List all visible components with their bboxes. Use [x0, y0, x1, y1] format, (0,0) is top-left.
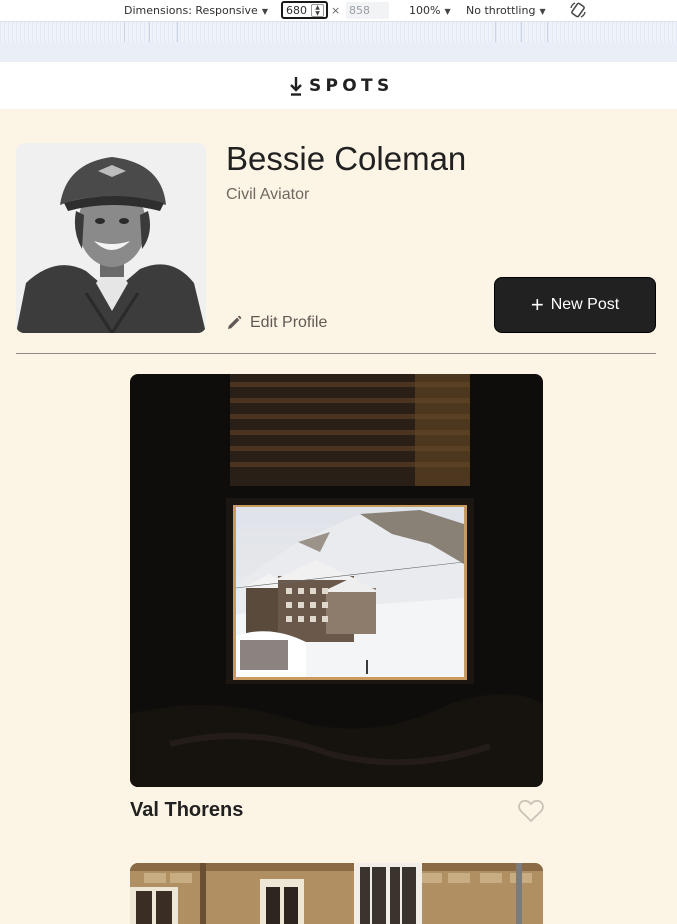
- caret-down-icon: ▼: [444, 7, 451, 16]
- new-post-label: New Post: [550, 296, 620, 313]
- zoom-dropdown[interactable]: 100% ▼: [409, 4, 451, 17]
- zoom-label: 100%: [409, 4, 441, 17]
- ruler-tick[interactable]: [177, 22, 178, 42]
- devtools-toolbar: Dimensions: Responsive ▼ 680 ▲ ▼ × 858 100…: [0, 0, 677, 22]
- dimensions-label: Dimensions: Responsive: [124, 4, 258, 17]
- pencil-icon: [228, 315, 242, 329]
- throttling-label: No throttling: [466, 4, 536, 17]
- edit-profile-label: Edit Profile: [250, 314, 328, 331]
- card-image[interactable]: [130, 863, 543, 924]
- ruler-tick[interactable]: [149, 22, 150, 42]
- avatar-image: [16, 143, 206, 333]
- rotate-icon[interactable]: [569, 1, 587, 19]
- media-query-rulers: [0, 22, 677, 62]
- logo-text: SPOTS: [309, 76, 394, 96]
- width-value: 680: [286, 4, 307, 17]
- logo-mark-icon: [290, 77, 302, 96]
- ruler-tick[interactable]: [521, 22, 522, 42]
- profile-avatar: [16, 143, 206, 333]
- heart-icon[interactable]: [518, 799, 544, 823]
- ruler-tick[interactable]: [547, 22, 548, 42]
- logo[interactable]: SPOTS: [289, 76, 394, 96]
- new-post-button[interactable]: + New Post: [494, 277, 656, 333]
- card-image[interactable]: [130, 374, 543, 787]
- caret-down-icon: ▼: [261, 7, 268, 16]
- card-title: Val Thorens: [130, 799, 244, 821]
- building-image: [130, 863, 543, 924]
- ruler-band: [0, 42, 677, 62]
- profile-divider: [16, 353, 656, 354]
- dimensions-dropdown[interactable]: Dimensions: Responsive ▼: [124, 4, 268, 17]
- edit-profile-button[interactable]: Edit Profile: [226, 314, 327, 332]
- width-input[interactable]: 680 ▲ ▼: [281, 1, 328, 19]
- spinner-icon[interactable]: ▲ ▼: [311, 4, 324, 17]
- caret-down-icon: ▼: [539, 7, 546, 16]
- site-header: SPOTS: [0, 62, 677, 109]
- plus-icon: +: [530, 292, 544, 317]
- ruler-tick[interactable]: [124, 22, 125, 42]
- height-placeholder: 858: [349, 4, 370, 17]
- dimension-separator: ×: [331, 4, 341, 17]
- height-input[interactable]: 858: [346, 2, 389, 19]
- profile-name: Bessie Coleman: [226, 140, 467, 177]
- window-view-image: [130, 374, 543, 787]
- throttling-dropdown[interactable]: No throttling ▼: [466, 4, 546, 17]
- ruler-band: [0, 22, 677, 42]
- ruler-tick[interactable]: [495, 22, 496, 42]
- profile-description: Civil Aviator: [226, 186, 310, 203]
